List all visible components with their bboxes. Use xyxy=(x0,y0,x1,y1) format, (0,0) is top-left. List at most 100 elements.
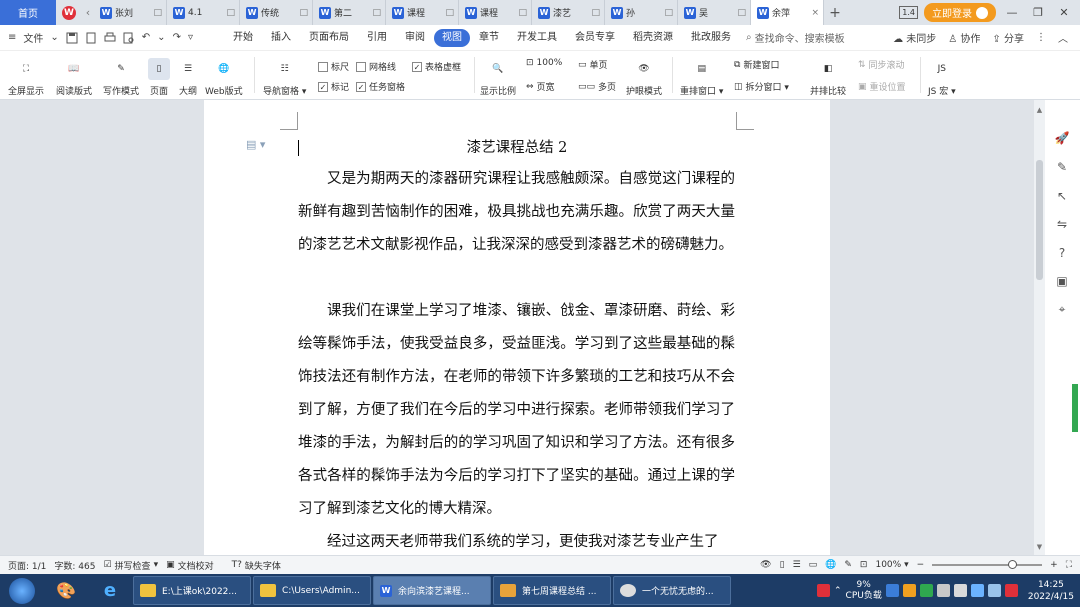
doc-tab[interactable]: W 张刘 □ xyxy=(94,0,167,25)
tab-close-icon[interactable]: □ xyxy=(153,8,162,18)
version-badge[interactable]: 1.4 xyxy=(899,6,918,19)
page-view-icon[interactable]: ▯ xyxy=(780,560,785,570)
tray-expand-icon[interactable]: ⌃ xyxy=(834,586,842,596)
read-view-icon[interactable]: ▭ xyxy=(809,560,818,570)
share-button[interactable]: ⇪ 分享 xyxy=(992,30,1024,45)
menu-docer[interactable]: 稻壳资源 xyxy=(624,29,682,47)
word-count[interactable]: 字数: 465 xyxy=(46,559,95,572)
tray-app-icon[interactable] xyxy=(919,584,933,597)
menu-correction[interactable]: 批改服务 xyxy=(682,29,740,47)
help-icon[interactable]: ? xyxy=(1054,245,1070,261)
doc-tab[interactable]: W 课程 □ xyxy=(386,0,459,25)
doc-tab[interactable]: W 吴 □ xyxy=(678,0,751,25)
scroll-up-icon[interactable]: ▲ xyxy=(1034,104,1045,116)
js-macro-button[interactable]: JS JS 宏 ▾ xyxy=(928,55,956,97)
rocket-icon[interactable]: 🚀 xyxy=(1054,130,1070,146)
split-window-button[interactable]: ◫ 拆分窗口 ▾ xyxy=(734,80,789,94)
new-tab-icon[interactable]: + xyxy=(824,0,846,25)
fullscreen-button[interactable]: ⛶ 全屏显示 xyxy=(8,55,44,97)
page-count[interactable]: 页面: 1/1 xyxy=(0,559,46,572)
ruler-checkbox[interactable]: 标尺 xyxy=(318,60,349,73)
marks-checkbox[interactable]: ✓ 标记 xyxy=(318,80,349,93)
missing-font[interactable]: T? 缺失字体 xyxy=(214,559,281,572)
minimize-icon[interactable]: — xyxy=(1002,6,1022,19)
reset-position-button[interactable]: ▣ 重设位置 xyxy=(858,80,906,94)
nav-pane-button[interactable]: ☷ 导航窗格 ▾ xyxy=(263,55,306,97)
page-width-button[interactable]: ⇔ 页宽 xyxy=(526,80,555,94)
eye-mode-icon[interactable]: 👁 xyxy=(760,560,771,570)
paragraph[interactable]: 又是为期两天的漆器研究课程让我感触颇深。自感觉这门课程的新鲜有趣到苦恼制作的困难… xyxy=(298,163,735,262)
menu-member[interactable]: 会员专享 xyxy=(566,29,624,47)
menu-dev-tools[interactable]: 开发工具 xyxy=(508,29,566,47)
reading-mode-button[interactable]: 📖 阅读版式 xyxy=(56,55,92,97)
tab-home[interactable]: 首页 xyxy=(0,0,56,25)
tray-shield-icon[interactable] xyxy=(902,584,916,597)
doc-tab[interactable]: W 课程 □ xyxy=(459,0,532,25)
chevron-down-icon[interactable]: ⌄ xyxy=(157,32,165,43)
menu-review[interactable]: 审阅 xyxy=(396,29,434,47)
tab-close-icon[interactable]: □ xyxy=(445,8,454,18)
doc-proof[interactable]: ▣ 文档校对 xyxy=(158,559,214,572)
zoom-100-button[interactable]: ⊡ 100% xyxy=(526,58,562,68)
doc-tab[interactable]: W 漆艺 □ xyxy=(532,0,605,25)
more-options-icon[interactable]: ⋮ xyxy=(1036,32,1046,43)
new-window-button[interactable]: ⧉ 新建窗口 xyxy=(734,58,779,72)
zoom-ratio-button[interactable]: 🔍 显示比例 xyxy=(480,55,516,97)
document-page[interactable]: 漆艺课程总结 2 又是为期两天的漆器研究课程让我感触颇深。自感觉这门课程的新鲜有… xyxy=(204,100,830,555)
export-icon[interactable] xyxy=(85,32,97,44)
paragraph[interactable]: 课我们在课堂上学习了堆漆、镶嵌、戗金、罩漆研磨、莳绘、彩绘等髹饰手法，使我受益良… xyxy=(298,295,735,526)
print-icon[interactable] xyxy=(104,32,116,44)
single-page-button[interactable]: ▭ 单页 xyxy=(578,58,608,72)
tray-user-icon[interactable] xyxy=(936,584,950,597)
tab-close-icon[interactable]: □ xyxy=(518,8,527,18)
cpu-load[interactable]: 9% CPU负载 xyxy=(846,580,882,602)
task-pane-checkbox[interactable]: ✓ 任务窗格 xyxy=(356,80,405,93)
writing-mode-button[interactable]: ✎ 写作模式 xyxy=(103,55,139,97)
tray-ime-icon[interactable] xyxy=(1004,584,1018,597)
pinned-browser[interactable]: e xyxy=(88,574,132,607)
command-search[interactable]: ⌕ 查找命令、搜索模板 xyxy=(746,30,845,45)
eye-mode-button[interactable]: 👁 护眼模式 xyxy=(626,55,662,97)
write-view-icon[interactable]: ✎ xyxy=(844,560,852,570)
gridlines-checkbox[interactable]: 网格线 xyxy=(356,60,396,73)
edit-icon[interactable]: ✎ xyxy=(1054,159,1070,175)
hamburger-icon[interactable]: ≡ xyxy=(8,32,16,43)
multi-page-button[interactable]: ▭▭ 多页 xyxy=(578,80,616,94)
tab-close-icon[interactable]: □ xyxy=(372,8,381,18)
tray-network-icon[interactable] xyxy=(970,584,984,597)
scrollbar-thumb[interactable] xyxy=(1036,160,1043,280)
doc-tab[interactable]: W 孙 □ xyxy=(605,0,678,25)
taskbar-task[interactable]: 第七周课程总结 ... xyxy=(493,576,611,605)
sync-button[interactable]: ☁ 未同步 xyxy=(893,30,936,45)
doc-tab-active[interactable]: W 余萍 × xyxy=(751,0,824,25)
zoom-out-icon[interactable]: − xyxy=(917,560,925,570)
tab-close-icon[interactable]: □ xyxy=(299,8,308,18)
tab-scroll-left-icon[interactable]: ‹ xyxy=(82,0,94,25)
tab-close-icon[interactable]: × xyxy=(811,8,819,18)
zoom-level[interactable]: 100% ▾ xyxy=(875,560,908,570)
doc-tab[interactable]: W 传统 □ xyxy=(240,0,313,25)
preview-icon[interactable] xyxy=(123,32,135,44)
taskbar-task[interactable]: E:\上课ok\2022... xyxy=(133,576,251,605)
web-view-button[interactable]: 🌐 Web版式 xyxy=(205,55,243,97)
zoom-slider-knob[interactable] xyxy=(1008,560,1018,569)
zoom-slider[interactable] xyxy=(932,560,1043,569)
tray-security-icon[interactable] xyxy=(885,584,899,597)
menu-reference[interactable]: 引用 xyxy=(358,29,396,47)
fit-page-icon[interactable]: ⊡ xyxy=(860,560,868,570)
tray-wps-icon[interactable] xyxy=(816,584,830,597)
tray-mic-icon[interactable] xyxy=(953,584,967,597)
taskbar-task[interactable]: C:\Users\Admin... xyxy=(253,576,371,605)
tray-volume-icon[interactable] xyxy=(987,584,1001,597)
table-border-checkbox[interactable]: ✓ 表格虚框 xyxy=(412,60,461,73)
wps-logo[interactable]: W xyxy=(56,0,82,25)
scroll-down-icon[interactable]: ▼ xyxy=(1034,541,1045,553)
redo-icon[interactable]: ↷ xyxy=(173,32,181,43)
image-icon[interactable]: ▣ xyxy=(1054,273,1070,289)
rearrange-window-button[interactable]: ▤ 重排窗口 ▾ xyxy=(680,55,723,97)
save-icon[interactable] xyxy=(66,32,78,44)
outline-view-icon[interactable]: ☰ xyxy=(793,560,801,570)
adjust-icon[interactable]: ⇋ xyxy=(1054,216,1070,232)
start-button[interactable] xyxy=(0,574,44,607)
web-view-icon[interactable]: 🌐 xyxy=(825,560,836,570)
